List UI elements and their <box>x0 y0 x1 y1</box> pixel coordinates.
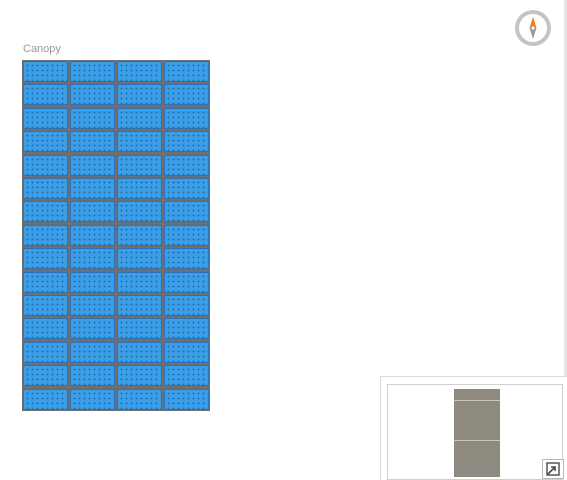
solar-panel[interactable] <box>164 248 209 270</box>
solar-panel[interactable] <box>70 154 115 176</box>
solar-panel[interactable] <box>23 131 68 153</box>
solar-panel[interactable] <box>164 295 209 316</box>
minimap[interactable] <box>380 376 567 480</box>
solar-panel[interactable] <box>164 131 209 153</box>
solar-panel[interactable] <box>23 154 68 176</box>
solar-panel[interactable] <box>164 318 209 340</box>
solar-panel[interactable] <box>70 224 115 246</box>
solar-panel[interactable] <box>23 61 68 82</box>
solar-panel[interactable] <box>117 131 162 153</box>
solar-panel[interactable] <box>117 107 162 129</box>
solar-panel[interactable] <box>23 107 68 129</box>
solar-panel[interactable] <box>70 341 115 363</box>
solar-panel[interactable] <box>70 107 115 129</box>
solar-panel[interactable] <box>117 341 162 363</box>
solar-panel[interactable] <box>23 318 68 340</box>
solar-panel[interactable] <box>23 388 68 410</box>
solar-panel[interactable] <box>23 84 68 106</box>
solar-panel[interactable] <box>164 201 209 223</box>
solar-panel[interactable] <box>23 341 68 363</box>
solar-panel[interactable] <box>23 201 68 223</box>
solar-panel[interactable] <box>23 365 68 387</box>
solar-panel[interactable] <box>70 365 115 387</box>
solar-panel[interactable] <box>70 84 115 106</box>
solar-panel[interactable] <box>164 271 209 293</box>
solar-panel[interactable] <box>117 248 162 270</box>
solar-panel[interactable] <box>164 84 209 106</box>
minimap-viewport[interactable] <box>387 384 563 480</box>
solar-panel[interactable] <box>117 84 162 106</box>
solar-panel[interactable] <box>164 107 209 129</box>
solar-panel[interactable] <box>117 295 162 316</box>
solar-panel[interactable] <box>164 224 209 246</box>
solar-panel[interactable] <box>70 388 115 410</box>
solar-panel[interactable] <box>164 154 209 176</box>
minimap-array-footprint <box>454 389 500 477</box>
design-canvas[interactable]: Canopy <box>0 0 567 480</box>
solar-panel[interactable] <box>164 341 209 363</box>
solar-panel[interactable] <box>23 224 68 246</box>
solar-panel[interactable] <box>117 61 162 82</box>
minimap-row-divider <box>454 440 500 441</box>
solar-panel[interactable] <box>70 201 115 223</box>
solar-panel[interactable] <box>70 61 115 82</box>
solar-panel[interactable] <box>164 61 209 82</box>
minimap-toggle-button[interactable] <box>542 459 564 479</box>
solar-panel[interactable] <box>117 365 162 387</box>
solar-panel[interactable] <box>164 365 209 387</box>
solar-panel-array[interactable] <box>22 60 210 411</box>
solar-panel[interactable] <box>23 178 68 199</box>
solar-panel[interactable] <box>117 224 162 246</box>
solar-panel[interactable] <box>70 295 115 316</box>
solar-panel[interactable] <box>117 271 162 293</box>
array-label: Canopy <box>23 43 61 55</box>
solar-panel[interactable] <box>117 154 162 176</box>
solar-panel[interactable] <box>164 178 209 199</box>
minimap-row-divider <box>454 400 500 401</box>
solar-panel[interactable] <box>70 178 115 199</box>
compass-button[interactable] <box>515 10 551 46</box>
solar-panel[interactable] <box>23 295 68 316</box>
solar-panel[interactable] <box>70 248 115 270</box>
solar-panel[interactable] <box>117 178 162 199</box>
solar-panel[interactable] <box>117 388 162 410</box>
solar-panel[interactable] <box>23 271 68 293</box>
solar-panel[interactable] <box>164 388 209 410</box>
solar-panel[interactable] <box>117 318 162 340</box>
solar-panel[interactable] <box>23 248 68 270</box>
solar-panel[interactable] <box>70 131 115 153</box>
solar-panel[interactable] <box>117 201 162 223</box>
solar-panel[interactable] <box>70 271 115 293</box>
solar-panel[interactable] <box>70 318 115 340</box>
